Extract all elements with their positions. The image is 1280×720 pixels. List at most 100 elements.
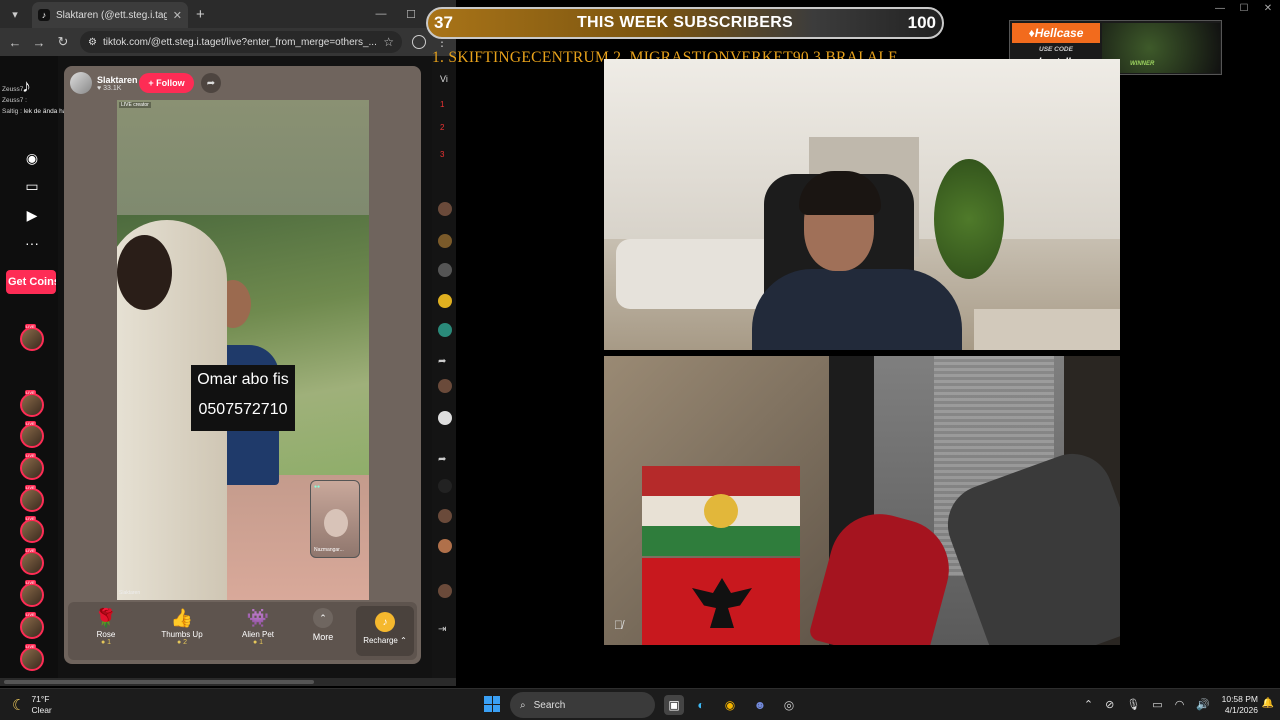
minimize-icon[interactable]: —	[1208, 0, 1232, 18]
live-avatar[interactable]: LIVE	[20, 516, 44, 543]
task-view-icon[interactable]: ▣	[664, 695, 684, 715]
notification-bell-icon[interactable]: 🔔	[1262, 698, 1274, 709]
share-icon[interactable]: ➦	[438, 454, 452, 468]
coin-icon: ♪	[375, 612, 395, 632]
live-avatar[interactable]: LIVE	[20, 612, 44, 639]
url-text: tiktok.com/@ett.steg.i.taget/live?enter_…	[102, 36, 377, 48]
subscriber-goal-bar: 37 THIS WEEK SUBSCRIBERS 100	[426, 7, 944, 39]
chevron-up-icon[interactable]: ⌃	[1084, 698, 1093, 711]
host-name: Slaktaren	[97, 74, 138, 85]
tab-bar: ▾ ♪ Slaktaren (@ett.steg.i.taget ✕ + — ☐…	[0, 0, 456, 28]
more-gifts-button[interactable]: ⌃ More	[308, 608, 338, 642]
new-tab-icon[interactable]: +	[196, 6, 205, 23]
viewer-avatar[interactable]	[438, 202, 452, 216]
live-avatar[interactable]: LIVE	[20, 324, 44, 351]
caption-line-1: Omar abo fis	[197, 371, 289, 388]
scrollbar-thumb[interactable]	[4, 680, 314, 684]
gift-alien-pet[interactable]: 👾 Alien Pet ● 1	[228, 606, 288, 646]
windows-start-icon[interactable]	[484, 696, 500, 712]
rail-avatar-icon[interactable]: ◉	[22, 148, 42, 168]
share-icon[interactable]: ➦	[201, 73, 221, 93]
reload-icon[interactable]: ↻	[56, 34, 70, 50]
rank-3: 3	[440, 150, 445, 159]
guest-pip[interactable]: ●● Nazmangar...	[310, 480, 360, 558]
browser-toolbar: ← → ↻ ⚙ tiktok.com/@ett.steg.i.taget/liv…	[0, 28, 456, 56]
get-coins-button[interactable]: Get Coins	[6, 270, 56, 294]
pip-mic-icon: ●●	[314, 484, 321, 490]
viewer-avatar[interactable]	[438, 323, 452, 337]
viewer-avatar[interactable]	[438, 294, 452, 308]
viewer-avatar[interactable]	[438, 379, 452, 393]
taskbar-search[interactable]: ⌕ Search	[510, 692, 655, 718]
viewer-avatar[interactable]	[438, 509, 452, 523]
viewer-avatar[interactable]	[438, 234, 452, 248]
live-avatar[interactable]: LIVE	[20, 453, 44, 480]
obs-icon[interactable]: ◎	[779, 695, 799, 715]
video-label: LIVE creator	[119, 102, 151, 108]
rank-1: 1	[440, 100, 445, 109]
edge-icon[interactable]: ◐	[691, 695, 711, 715]
caption-line-2: 0507572710	[198, 401, 288, 418]
video-camera-icon[interactable]: ▭	[22, 176, 42, 196]
tiktok-icon: ♪	[38, 9, 50, 21]
viewer-avatar[interactable]	[438, 411, 452, 425]
kurdistan-flag	[642, 466, 800, 556]
system-tray: ⌃ ⊘ 🎙 ▭ ◠ 🔊	[1084, 698, 1210, 711]
live-avatar[interactable]: LIVE	[20, 421, 44, 448]
forward-icon[interactable]: →	[32, 35, 46, 50]
discord-icon[interactable]: ☻	[750, 695, 770, 715]
gift-thumbs-up[interactable]: 👍 Thumbs Up ● 2	[152, 606, 212, 646]
display-icon[interactable]: ▭	[1152, 698, 1162, 711]
weather-widget[interactable]: ☾ 71°F Clear	[12, 694, 52, 716]
back-icon[interactable]: ←	[8, 35, 22, 50]
system-clock[interactable]: 10:58 PM 4/1/2026	[1222, 694, 1258, 716]
live-avatar[interactable]: LIVE	[20, 390, 44, 417]
viewers-label: Vi	[440, 74, 448, 84]
host-avatar[interactable]	[70, 72, 92, 94]
gift-name: Thumbs Up	[161, 630, 203, 639]
viewer-avatar[interactable]	[438, 584, 452, 598]
more-label: More	[312, 632, 334, 642]
address-bar[interactable]: ⚙ tiktok.com/@ett.steg.i.taget/live?ente…	[80, 31, 402, 53]
live-avatar[interactable]: LIVE	[20, 644, 44, 671]
share-icon[interactable]: ➦	[438, 356, 452, 370]
bookmark-star-icon[interactable]: ☆	[383, 35, 394, 49]
sponsor-usecode: USE CODE	[1039, 46, 1073, 53]
viewer-avatar[interactable]	[438, 539, 452, 553]
network-off-icon[interactable]: ⊘	[1105, 698, 1114, 711]
horizontal-scrollbar[interactable]	[0, 678, 456, 686]
gift-bar: 🌹 Rose ● 1 👍 Thumbs Up ● 2 👾 Alien Pet ●…	[68, 602, 417, 660]
gift-name: Rose	[96, 630, 116, 639]
microphone-icon[interactable]: 🎙	[1126, 698, 1140, 711]
viewer-avatar[interactable]	[438, 263, 452, 277]
profile-icon[interactable]	[412, 35, 426, 49]
albania-flag	[642, 558, 800, 645]
viewer-avatar[interactable]	[438, 479, 452, 493]
streamer-body	[752, 269, 962, 350]
exit-icon[interactable]: ⇥	[438, 624, 452, 638]
wifi-icon[interactable]: ◠	[1175, 698, 1185, 711]
volume-icon[interactable]: 🔊	[1196, 698, 1210, 711]
follow-button[interactable]: + Follow	[139, 73, 194, 93]
live-avatar[interactable]: LIVE	[20, 485, 44, 512]
chat-user: Saltig :	[2, 108, 22, 115]
tab-close-icon[interactable]: ✕	[173, 9, 182, 22]
recharge-label: Recharge ⌃	[363, 636, 407, 645]
chat-user: Zeuss7 :	[2, 97, 27, 104]
chrome-icon[interactable]: ◉	[720, 695, 740, 715]
site-info-icon[interactable]: ⚙	[88, 37, 97, 48]
browser-tab[interactable]: ♪ Slaktaren (@ett.steg.i.taget ✕	[32, 2, 188, 28]
live-avatar[interactable]: LIVE	[20, 548, 44, 575]
recharge-button[interactable]: ♪ Recharge ⌃	[356, 606, 414, 656]
maximize-icon[interactable]: ☐	[396, 0, 426, 28]
play-icon[interactable]: ▶	[22, 205, 42, 225]
more-dots-icon[interactable]: ···	[22, 233, 42, 253]
tab-search-icon[interactable]: ▾	[6, 6, 24, 22]
maximize-icon[interactable]: ☐	[1232, 0, 1256, 18]
live-avatar[interactable]: LIVE	[20, 580, 44, 607]
video-watermark: Slaktaren	[119, 590, 141, 596]
gift-rose[interactable]: 🌹 Rose ● 1	[76, 606, 136, 646]
host-info[interactable]: Slaktaren ♥ 33.1K	[70, 72, 138, 94]
minimize-icon[interactable]: —	[366, 0, 396, 28]
close-icon[interactable]: ✕	[1256, 0, 1280, 18]
